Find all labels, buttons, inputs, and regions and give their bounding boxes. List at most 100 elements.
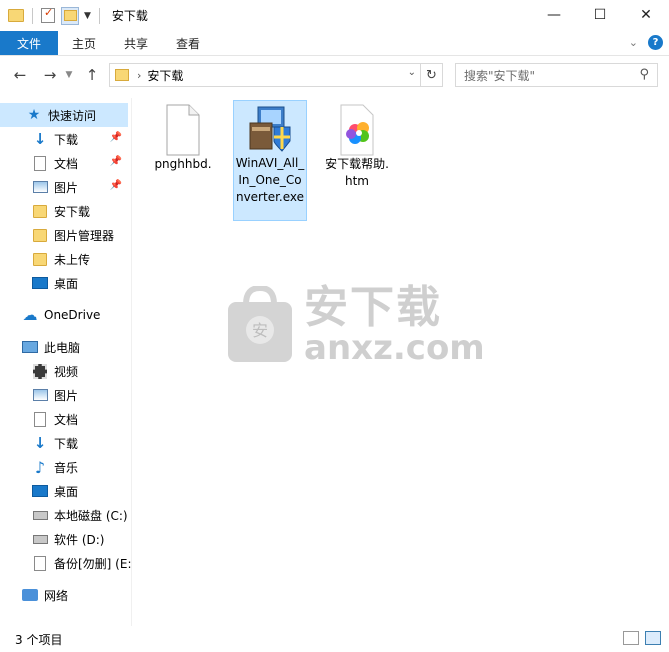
sidebar-item-videos[interactable]: 视频 xyxy=(32,359,78,383)
star-icon: ★ xyxy=(27,107,41,123)
sidebar-item-label: OneDrive xyxy=(44,308,101,322)
sidebar-item-label: 桌面 xyxy=(54,484,79,499)
music-note-icon: ♪ xyxy=(34,457,46,477)
sidebar-item-quick-access[interactable]: ★ 快速访问 xyxy=(0,103,128,127)
drive-icon xyxy=(32,531,48,547)
address-path[interactable]: 安下载 xyxy=(147,67,183,84)
details-view-icon[interactable] xyxy=(623,631,639,645)
new-folder-icon[interactable] xyxy=(61,6,79,25)
pin-icon[interactable]: 📌 xyxy=(110,132,122,143)
sidebar-item-label: 桌面 xyxy=(54,276,79,291)
document-icon xyxy=(32,155,48,171)
video-icon xyxy=(32,363,48,379)
folder-icon xyxy=(32,251,48,267)
folder-icon[interactable] xyxy=(8,9,24,22)
watermark: 安 安下载 anxz.com xyxy=(226,285,485,365)
file-item[interactable]: pnghhbd. xyxy=(146,102,220,222)
watermark-cn: 安下载 xyxy=(304,282,442,333)
sidebar-item-onedrive[interactable]: ☁ OneDrive xyxy=(22,303,101,327)
help-icon[interactable]: ? xyxy=(648,35,663,50)
minimize-button[interactable]: — xyxy=(531,0,577,30)
large-icons-view-icon[interactable] xyxy=(645,631,661,645)
local-disk-icon xyxy=(32,507,48,523)
window-title: 安下载 xyxy=(111,9,148,23)
download-arrow-icon: ↓ xyxy=(33,434,47,452)
properties-icon[interactable] xyxy=(41,6,55,23)
chevron-right-icon[interactable]: › xyxy=(137,69,141,82)
pin-icon[interactable]: 📌 xyxy=(110,180,122,191)
sidebar-item-anxiazai[interactable]: 安下载 xyxy=(32,199,90,223)
sidebar-item-label: 下载 xyxy=(54,436,79,451)
folder-icon xyxy=(32,227,48,243)
status-bar: 3 个项目 xyxy=(0,626,669,652)
watermark-en: anxz.com xyxy=(304,328,485,368)
address-bar[interactable]: › 安下载 ⌄ ↻ xyxy=(109,63,443,87)
sidebar-item-label: 文档 xyxy=(54,156,79,171)
expand-ribbon-chevron-icon[interactable]: ⌄ xyxy=(629,36,638,49)
sidebar-item-drive-d[interactable]: 软件 (D:) xyxy=(32,527,104,551)
tab-file[interactable]: 文件 xyxy=(0,31,58,55)
title-bar: ▼ 安下载 — ☐ ✕ xyxy=(0,0,669,31)
download-arrow-icon: ↓ xyxy=(33,130,47,148)
navigation-bar: ← → ▼ ↑ › 安下载 ⌄ ↻ 搜索"安下载" ⚲ xyxy=(0,57,669,93)
sidebar-item-desktop[interactable]: 桌面 xyxy=(32,271,78,295)
document-icon xyxy=(32,411,48,427)
search-placeholder: 搜索"安下载" xyxy=(464,68,536,83)
sidebar-item-label: 文档 xyxy=(54,412,79,427)
sidebar-item-label: 软件 (D:) xyxy=(54,532,105,547)
sidebar-item-documents[interactable]: 文档 📌 xyxy=(32,151,128,175)
sidebar-item-music[interactable]: ♪ 音乐 xyxy=(32,455,78,479)
desktop-icon xyxy=(32,275,48,291)
tab-view[interactable]: 查看 xyxy=(162,31,214,55)
file-item-selected[interactable]: WinAVI_All_In_One_Converter.exe xyxy=(233,100,307,221)
blank-file-icon xyxy=(166,104,200,156)
sidebar-item-label: 备份[勿删] (E: xyxy=(54,556,131,571)
sidebar-item-local-disk-c[interactable]: 本地磁盘 (C:) xyxy=(32,503,128,527)
up-arrow-icon[interactable]: ↑ xyxy=(80,66,104,84)
sidebar-item-this-pc[interactable]: 此电脑 xyxy=(22,335,80,359)
sidebar-item-pc-pictures[interactable]: 图片 xyxy=(32,383,78,407)
network-icon xyxy=(22,587,38,603)
forward-arrow-icon[interactable]: → xyxy=(38,66,62,84)
sidebar-item-label: 网络 xyxy=(44,588,69,603)
file-name: pnghhbd. xyxy=(154,157,212,171)
sidebar-item-label: 未上传 xyxy=(54,252,91,267)
back-arrow-icon[interactable]: ← xyxy=(8,66,32,84)
search-input[interactable]: 搜索"安下载" ⚲ xyxy=(455,63,658,87)
shopping-bag-logo-icon: 安 xyxy=(228,286,292,362)
computer-icon xyxy=(22,339,38,355)
sidebar-item-downloads[interactable]: ↓ 下载 📌 xyxy=(32,127,128,151)
sidebar-item-label: 图片管理器 xyxy=(54,228,115,243)
file-name: WinAVI_All_In_One_Converter.exe xyxy=(235,156,305,204)
sidebar-item-label: 下载 xyxy=(54,132,79,147)
sidebar-item-pc-documents[interactable]: 文档 xyxy=(32,407,78,431)
item-count: 3 个项目 xyxy=(15,632,63,647)
tab-home[interactable]: 主页 xyxy=(58,31,110,55)
search-icon[interactable]: ⚲ xyxy=(639,67,649,82)
installer-icon xyxy=(249,106,291,152)
sidebar-item-network[interactable]: 网络 xyxy=(22,583,68,607)
blank-file-icon xyxy=(32,555,48,571)
toolbar-separator xyxy=(32,7,33,24)
pictures-icon xyxy=(32,179,48,195)
sidebar-item-pc-downloads[interactable]: ↓ 下载 xyxy=(32,431,78,455)
recent-locations-chevron-icon[interactable]: ▼ xyxy=(62,70,76,80)
refresh-icon[interactable]: ↻ xyxy=(420,64,442,86)
close-button[interactable]: ✕ xyxy=(623,0,669,30)
sidebar-item-label: 本地磁盘 (C:) xyxy=(54,508,128,523)
sidebar-item-pc-desktop[interactable]: 桌面 xyxy=(32,479,78,503)
tab-share[interactable]: 共享 xyxy=(110,31,162,55)
sidebar-item-label: 音乐 xyxy=(54,460,79,475)
sidebar-item-label: 视频 xyxy=(54,364,79,379)
address-history-chevron-icon[interactable]: ⌄ xyxy=(408,67,416,78)
file-item[interactable]: 安下载帮助.htm xyxy=(320,102,394,192)
maximize-button[interactable]: ☐ xyxy=(577,0,623,30)
customize-toolbar-dropdown-icon[interactable]: ▼ xyxy=(84,11,91,21)
sidebar-item-label: 此电脑 xyxy=(44,340,81,355)
pin-icon[interactable]: 📌 xyxy=(110,156,122,167)
sidebar-item-not-uploaded[interactable]: 未上传 xyxy=(32,247,90,271)
folder-icon xyxy=(115,69,129,81)
sidebar-item-drive-e[interactable]: 备份[勿删] (E: xyxy=(32,551,131,575)
sidebar-item-image-manager[interactable]: 图片管理器 xyxy=(32,223,114,247)
sidebar-item-pictures[interactable]: 图片 📌 xyxy=(32,175,128,199)
